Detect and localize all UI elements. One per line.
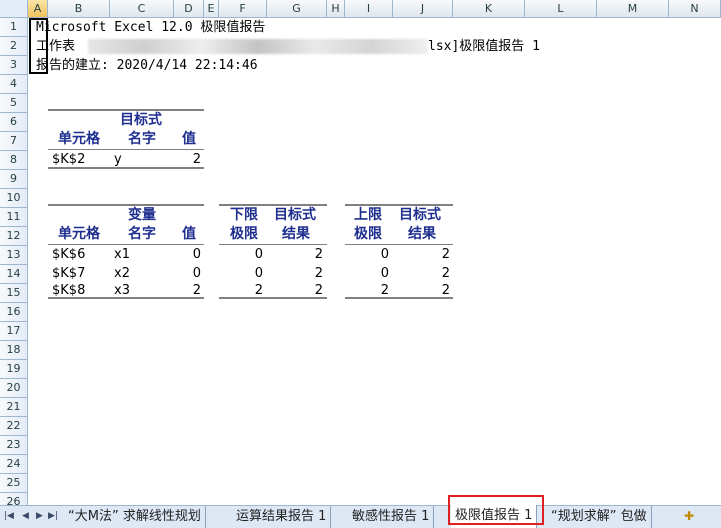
row-header[interactable]: 22 — [0, 417, 28, 436]
last-sheet-button[interactable]: ▶| — [48, 511, 58, 521]
row-header[interactable]: 16 — [0, 303, 28, 322]
row-header[interactable]: 14 — [0, 265, 28, 284]
column-header-c[interactable]: C — [110, 0, 174, 18]
row-header[interactable]: 12 — [0, 227, 28, 246]
sheet-tab-bar: |◀ ◀ ▶ ▶| “大M法” 求解线性规划 运算结果报告 1 敏感性报告 1 … — [0, 505, 721, 528]
upper-limit-value: 0 — [380, 247, 389, 262]
column-header-k[interactable]: K — [453, 0, 525, 18]
objective-col-value: 值 — [182, 131, 196, 147]
column-header-a[interactable]: A — [28, 0, 48, 18]
next-sheet-button[interactable]: ▶ — [36, 511, 43, 521]
lower-result-subtitle: 结果 — [282, 226, 310, 242]
column-header-e[interactable]: E — [204, 0, 219, 18]
column-header-b[interactable]: B — [48, 0, 110, 18]
sheet-tab[interactable]: 敏感性报告 1 — [348, 506, 435, 528]
column-header-f[interactable]: F — [219, 0, 267, 18]
row-header[interactable]: 11 — [0, 208, 28, 227]
row-header[interactable]: 25 — [0, 474, 28, 493]
column-header-i[interactable]: I — [345, 0, 393, 18]
column-header-m[interactable]: M — [597, 0, 669, 18]
variable-cell: $K$6 — [52, 247, 86, 262]
lower-limit-value: 0 — [254, 247, 263, 262]
variables-col-cell: 单元格 — [58, 226, 100, 242]
row-header[interactable]: 1 — [0, 18, 28, 37]
table-rule — [345, 297, 453, 299]
worksheet-label: 工作表 — [36, 39, 76, 54]
variable-name: x1 — [114, 247, 130, 262]
row-header[interactable]: 23 — [0, 436, 28, 455]
row-header[interactable]: 15 — [0, 284, 28, 303]
worksheet-name-suffix: lsx]极限值报告 1 — [428, 39, 540, 54]
column-header-d[interactable]: D — [174, 0, 204, 18]
redacted-filename — [88, 39, 428, 54]
upper-objective-title: 目标式 — [399, 207, 441, 223]
sheet-tab[interactable]: “规划求解” 包做 — [547, 506, 652, 528]
row-header[interactable]: 4 — [0, 75, 28, 94]
row-header[interactable]: 3 — [0, 56, 28, 75]
column-header-l[interactable]: L — [525, 0, 597, 18]
objective-col-cell: 单元格 — [58, 131, 100, 147]
upper-limit-subtitle: 极限 — [354, 226, 382, 242]
highlight-box — [448, 495, 544, 525]
sheet-tab[interactable]: “大M法” 求解线性规划 — [64, 506, 206, 528]
report-title: Microsoft Excel 12.0 极限值报告 — [36, 20, 266, 35]
table-rule — [48, 167, 204, 169]
table-rule — [48, 297, 204, 299]
row-header[interactable]: 6 — [0, 113, 28, 132]
lower-limit-title: 下限 — [230, 207, 258, 223]
lower-objective-title: 目标式 — [274, 207, 316, 223]
column-header-j[interactable]: J — [393, 0, 453, 18]
column-header-h[interactable]: H — [327, 0, 345, 18]
row-header[interactable]: 10 — [0, 189, 28, 208]
insert-sheet-icon[interactable]: ✚ — [684, 509, 694, 523]
column-header-n[interactable]: N — [669, 0, 721, 18]
report-created: 报告的建立: 2020/4/14 22:14:46 — [36, 58, 258, 73]
lower-limit-subtitle: 极限 — [230, 226, 258, 242]
upper-result-subtitle: 结果 — [408, 226, 436, 242]
row-header[interactable]: 9 — [0, 170, 28, 189]
spreadsheet-grid[interactable]: A B C D E F G H I J K L M N 1 2 3 4 5 6 … — [0, 0, 721, 505]
variable-value: 0 — [192, 247, 201, 262]
row-header[interactable]: 13 — [0, 246, 28, 265]
table-rule — [219, 297, 327, 299]
column-header-g[interactable]: G — [267, 0, 327, 18]
row-header[interactable]: 20 — [0, 379, 28, 398]
row-header[interactable]: 24 — [0, 455, 28, 474]
row-header[interactable]: 21 — [0, 398, 28, 417]
lower-result-value: 2 — [314, 247, 323, 262]
row-header[interactable]: 2 — [0, 37, 28, 56]
variables-col-name: 名字 — [128, 226, 156, 242]
row-header[interactable]: 17 — [0, 322, 28, 341]
prev-sheet-button[interactable]: ◀ — [22, 511, 29, 521]
variables-col-value: 值 — [182, 226, 196, 242]
sheet-tab[interactable]: 运算结果报告 1 — [232, 506, 332, 528]
table-rule — [48, 204, 204, 206]
upper-result-value: 2 — [441, 247, 450, 262]
row-header[interactable]: 7 — [0, 132, 28, 151]
row-header[interactable]: 18 — [0, 341, 28, 360]
row-header[interactable]: 8 — [0, 151, 28, 170]
row-header[interactable]: 5 — [0, 94, 28, 113]
row-header[interactable]: 19 — [0, 360, 28, 379]
objective-title: 目标式 — [120, 112, 162, 128]
row-header[interactable]: 26 — [0, 493, 28, 505]
objective-col-name: 名字 — [128, 131, 156, 147]
upper-limit-title: 上限 — [354, 207, 382, 223]
select-all-corner[interactable] — [0, 0, 28, 18]
first-sheet-button[interactable]: |◀ — [4, 511, 14, 521]
variables-title: 变量 — [128, 207, 156, 223]
